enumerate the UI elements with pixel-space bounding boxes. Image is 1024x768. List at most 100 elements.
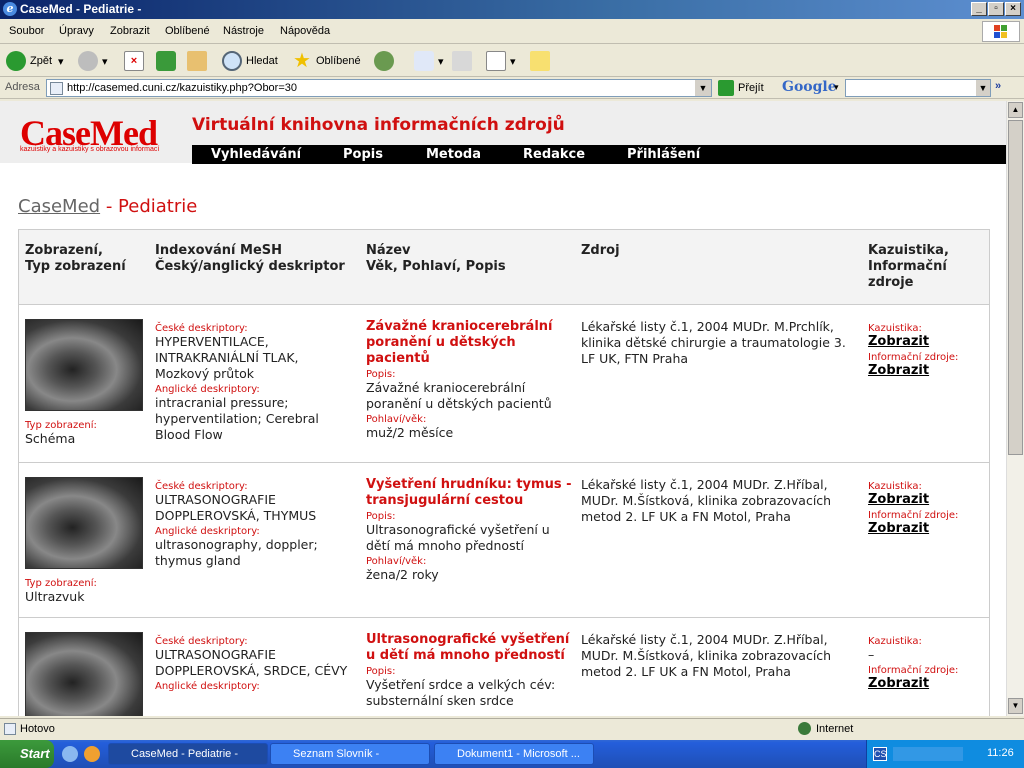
case-none: – (868, 647, 875, 662)
nav-vyhledavani[interactable]: Vyhledávání (211, 147, 301, 162)
internet-zone-icon (798, 722, 811, 735)
scroll-up-icon[interactable]: ▲ (1008, 102, 1023, 118)
nav-prihlaseni[interactable]: Přihlášení (627, 147, 700, 162)
table-row: Typ zobrazení: Ultrazvuk České deskripto… (19, 463, 989, 618)
cz-descriptors: ULTRASONOGRAFIE DOPPLEROVSKÁ, SRDCE, CÉV… (155, 647, 348, 678)
desc-value: Vyšetření srdce a velkých cév: substerná… (366, 677, 556, 708)
search-button[interactable]: Hledat (222, 49, 278, 73)
history-icon (374, 51, 394, 71)
menu-upravy[interactable]: Úpravy (59, 25, 94, 37)
menu-soubor[interactable]: Soubor (9, 25, 44, 37)
edit-button[interactable]: ▾ (486, 49, 516, 73)
sex-age-value: žena/2 roky (366, 567, 439, 582)
status-bar: Hotovo Internet (0, 718, 1024, 740)
go-arrow-icon (718, 79, 734, 96)
vertical-scrollbar[interactable]: ▲ ▼ (1006, 101, 1024, 716)
nav-redakce[interactable]: Redakce (523, 147, 585, 162)
google-search-input[interactable]: ▼ (845, 79, 991, 97)
maximize-button[interactable]: ▫ (988, 2, 1004, 16)
favorites-button[interactable]: ★ Oblíbené (292, 49, 361, 73)
case-title-link[interactable]: Ultrasonografické vyšetření u dětí má mn… (366, 632, 576, 664)
task-seznam[interactable]: Seznam Slovník - (270, 743, 430, 765)
en-descriptors-label: Anglické deskriptory: (155, 526, 260, 537)
en-descriptors: intracranial pressure; hyperventilation;… (155, 395, 319, 442)
desc-label: Popis: (366, 369, 396, 380)
header-zdroj: Zdroj (581, 243, 620, 258)
scroll-thumb[interactable] (1008, 120, 1023, 455)
case-show-link[interactable]: Zobrazit (868, 334, 986, 350)
sex-age-label: Pohlaví/věk: (366, 414, 427, 425)
home-button[interactable] (187, 49, 211, 73)
print-icon (452, 51, 472, 71)
source-value: Lékařské listy č.1, 2004 MUDr. M.Prchlík… (581, 319, 846, 366)
case-show-link[interactable]: Zobrazit (868, 492, 986, 508)
go-button[interactable]: Přejít (718, 77, 764, 98)
language-icon[interactable]: CS (873, 747, 887, 761)
site-nav: Vyhledávání Popis Metoda Redakce Přihláš… (192, 145, 1006, 164)
ie-quicklaunch-icon[interactable] (62, 746, 78, 762)
nav-popis[interactable]: Popis (343, 147, 383, 162)
scroll-down-icon[interactable]: ▼ (1008, 698, 1023, 714)
task-casemed[interactable]: CaseMed - Pediatrie - (108, 743, 268, 765)
ultrasound-thumbnail[interactable] (25, 477, 143, 569)
mail-button[interactable]: ▾ (414, 49, 444, 73)
case-title-link[interactable]: Vyšetření hrudníku: tymus - transjugulár… (366, 477, 576, 509)
desc-label: Popis: (366, 511, 396, 522)
cz-descriptors: ULTRASONOGRAFIE DOPPLEROVSKÁ, THYMUS (155, 492, 317, 523)
info-label: Informační zdroje: (868, 665, 959, 676)
page-icon (50, 82, 63, 95)
desc-label: Popis: (366, 666, 396, 677)
info-show-link[interactable]: Zobrazit (868, 676, 986, 692)
minimize-button[interactable]: _ (971, 2, 987, 16)
source-value: Lékařské listy č.1, 2004 MUDr. Z.Hříbal,… (581, 477, 832, 524)
back-button[interactable]: Zpět ▾ (6, 49, 64, 73)
refresh-icon (156, 51, 176, 71)
forward-arrow-icon (78, 51, 98, 71)
address-bar: Adresa http://casemed.cuni.cz/kazuistiky… (0, 77, 1024, 99)
task-dokument1[interactable]: Dokument1 - Microsoft ... (434, 743, 594, 765)
word-icon (486, 51, 506, 71)
ultrasound-thumbnail[interactable] (25, 319, 143, 411)
address-input[interactable]: http://casemed.cuni.cz/kazuistiky.php?Ob… (46, 79, 712, 97)
close-button[interactable]: × (1005, 2, 1021, 16)
info-show-link[interactable]: Zobrazit (868, 521, 986, 537)
ie-icon: e (3, 2, 17, 16)
history-button[interactable] (374, 49, 398, 73)
cz-descriptors-label: České deskriptory: (155, 323, 248, 334)
breadcrumb-home-link[interactable]: CaseMed (18, 196, 100, 217)
page-done-icon (4, 723, 16, 735)
google-toolbar-logo[interactable]: Google (782, 79, 837, 95)
forward-button[interactable]: ▾ (78, 49, 108, 73)
media-quicklaunch-icon[interactable] (84, 746, 100, 762)
print-button[interactable] (452, 49, 476, 73)
case-label: Kazuistika: (868, 323, 922, 334)
toolbar-more-icon[interactable]: » (995, 80, 1001, 92)
notes-button[interactable] (530, 49, 554, 73)
google-dropdown-icon[interactable]: ▾ (834, 82, 839, 93)
menu-napoveda[interactable]: Nápověda (280, 25, 330, 37)
google-search-dropdown-icon[interactable]: ▼ (976, 80, 990, 96)
nav-metoda[interactable]: Metoda (426, 147, 481, 162)
window-title: CaseMed - Pediatrie - (20, 2, 142, 16)
system-tray: CS 11:26 (866, 740, 1024, 768)
menu-zobrazit[interactable]: Zobrazit (110, 25, 150, 37)
site-title: Virtuální knihovna informačních zdrojů (192, 115, 565, 135)
stop-icon: × (124, 51, 144, 71)
ultrasound-thumbnail[interactable] (25, 632, 143, 716)
menu-oblibene[interactable]: Oblíbené (165, 25, 210, 37)
menu-bar: Soubor Úpravy Zobrazit Oblíbené Nástroje… (0, 19, 1024, 44)
menu-nastroje[interactable]: Nástroje (223, 25, 264, 37)
site-logo-subtitle: kazuistiky a kazuistiky s obrazovou info… (20, 146, 160, 153)
info-show-link[interactable]: Zobrazit (868, 363, 986, 379)
header-kazuistika: Kazuistika, Informační zdroje (868, 243, 949, 290)
type-value: Ultrazvuk (25, 589, 85, 604)
zone-text: Internet (816, 723, 854, 735)
start-button[interactable]: Start (0, 740, 54, 768)
toolbar: Zpět ▾ ▾ × Hledat ★ Oblíbené ▾ ▾ (0, 45, 1024, 77)
address-dropdown-icon[interactable]: ▼ (695, 80, 711, 96)
stop-button[interactable]: × (124, 49, 148, 73)
star-icon: ★ (293, 50, 311, 72)
refresh-button[interactable] (156, 49, 180, 73)
tray-icons[interactable] (893, 747, 963, 761)
case-title-link[interactable]: Závažné kraniocerebrální poranění u děts… (366, 319, 571, 367)
